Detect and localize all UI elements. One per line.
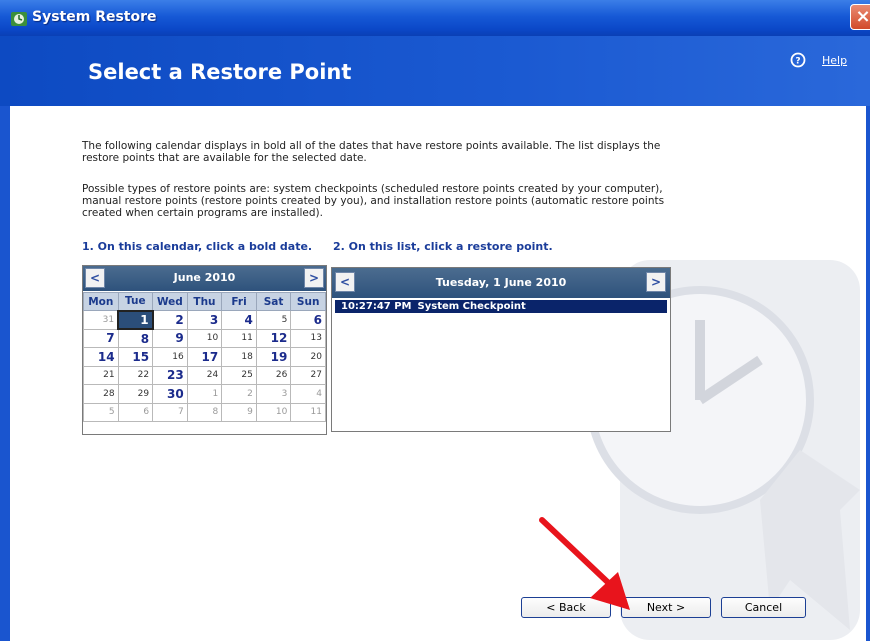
calendar-day[interactable]: 4 (290, 384, 326, 404)
weekday-header: Wed (152, 292, 188, 311)
weekday-header: Mon (83, 292, 119, 311)
calendar-day[interactable]: 28 (83, 384, 119, 404)
page-header: Select a Restore Point ? Help (0, 36, 870, 106)
chevron-right-icon: > (308, 271, 320, 285)
calendar-day[interactable]: 3 (255, 384, 292, 404)
calendar-week-row: 31 1 2 3 4 5 6 (83, 309, 326, 330)
calendar-day[interactable]: 29 (117, 384, 154, 404)
calendar-day[interactable]: 16 (152, 347, 188, 367)
cancel-button[interactable]: Cancel (721, 597, 806, 618)
calendar-day[interactable]: 4 (221, 310, 257, 330)
calendar-day[interactable]: 24 (186, 365, 223, 385)
calendar-day[interactable]: 9 (221, 402, 257, 422)
calendar-day[interactable]: 13 (290, 328, 326, 348)
calendar-week-row: 21 22 23 24 25 26 27 (83, 365, 326, 385)
calendar-grid: Mon Tue Wed Thu Fri Sat Sun 31 1 2 3 4 5 6 7 8 9 10 11 12 1… (83, 292, 326, 422)
calendar-week-row: 5 6 7 8 9 10 11 (83, 402, 326, 422)
weekday-header: Fri (221, 292, 257, 311)
restore-point-list: < Tuesday, 1 June 2010 > 10:27:47 PM Syst… (331, 267, 671, 432)
calendar-day[interactable]: 8 (186, 402, 223, 422)
weekday-header: Sat (255, 292, 292, 311)
calendar-day[interactable]: 6 (290, 310, 326, 330)
calendar-month-label: June 2010 (173, 271, 236, 284)
calendar-day[interactable]: 1 (186, 384, 223, 404)
calendar-day[interactable]: 27 (290, 365, 326, 385)
restore-list-header: < Tuesday, 1 June 2010 > (332, 268, 670, 298)
calendar-day[interactable]: 2 (221, 384, 257, 404)
calendar-header: < June 2010 > (83, 266, 326, 291)
calendar-day[interactable]: 22 (117, 365, 154, 385)
chevron-right-icon: > (650, 275, 662, 289)
calendar-next-month-button[interactable]: > (304, 268, 324, 288)
calendar-day[interactable]: 6 (117, 402, 154, 422)
close-icon: × (855, 6, 870, 27)
system-restore-icon (11, 12, 27, 26)
calendar-day[interactable]: 3 (186, 310, 223, 330)
calendar-days: 31 1 2 3 4 5 6 7 8 9 10 11 12 13 14 15 16 17 18 19 20 21 22 23 2… (83, 309, 326, 422)
calendar-day[interactable]: 8 (117, 328, 154, 348)
calendar-day[interactable]: 19 (255, 347, 292, 367)
weekday-header: Sun (290, 292, 326, 311)
calendar-day[interactable]: 12 (255, 328, 292, 348)
calendar-day[interactable]: 10 (255, 402, 292, 422)
red-arrow-annotation (539, 517, 630, 610)
calendar-day[interactable]: 7 (152, 402, 188, 422)
weekday-row: Mon Tue Wed Thu Fri Sat Sun (83, 292, 326, 311)
calendar-week-row: 28 29 30 1 2 3 4 (83, 384, 326, 404)
calendar-day[interactable]: 25 (221, 365, 257, 385)
calendar-day[interactable]: 1 (117, 309, 154, 330)
restore-point-time: 10:27:47 PM (341, 301, 412, 312)
calendar-day[interactable]: 7 (83, 328, 119, 348)
weekday-header: Tue (117, 292, 154, 311)
calendar-day[interactable]: 23 (152, 365, 188, 385)
restore-list-date: Tuesday, 1 June 2010 (435, 276, 567, 289)
question-circle-icon[interactable]: ? (790, 52, 806, 68)
calendar-day[interactable]: 2 (152, 310, 188, 330)
calendar-prev-month-button[interactable]: < (85, 268, 105, 288)
step-1-label: 1. On this calendar, click a bold date. (82, 240, 313, 253)
calendar-day[interactable]: 5 (255, 310, 292, 330)
calendar-day[interactable]: 20 (290, 347, 326, 367)
calendar-day[interactable]: 18 (221, 347, 257, 367)
restore-point-item[interactable]: 10:27:47 PM System Checkpoint (335, 300, 667, 313)
calendar-day[interactable]: 5 (83, 402, 119, 422)
page-title: Select a Restore Point (88, 60, 352, 84)
close-button[interactable]: × (850, 4, 870, 30)
restore-list-prev-day-button[interactable]: < (335, 272, 355, 292)
calendar-day[interactable]: 11 (290, 402, 326, 422)
calendar-day[interactable]: 30 (152, 384, 188, 404)
calendar-day[interactable]: 14 (83, 347, 119, 367)
calendar-day[interactable]: 21 (83, 365, 119, 385)
restore-calendar: < June 2010 > Mon Tue Wed Thu Fri Sat Sun 31 1 2… (82, 265, 327, 435)
calendar-day[interactable]: 11 (221, 328, 257, 348)
calendar-day[interactable]: 17 (186, 347, 223, 367)
intro-paragraph-1: The following calendar displays in bold … (82, 140, 661, 164)
restore-point-description: System Checkpoint (417, 301, 526, 312)
restore-list-next-day-button[interactable]: > (646, 272, 666, 292)
svg-text:?: ? (795, 57, 800, 67)
help-link[interactable]: Help (822, 54, 847, 67)
window-title: System Restore (32, 9, 157, 25)
chevron-left-icon: < (89, 271, 101, 285)
calendar-week-row: 7 8 9 10 11 12 13 (83, 328, 326, 348)
weekday-header: Thu (186, 292, 223, 311)
calendar-day[interactable]: 31 (83, 310, 119, 330)
left-border (0, 106, 10, 641)
calendar-day[interactable]: 9 (152, 328, 188, 348)
system-restore-window: System Restore × Select a Restore Point … (0, 0, 870, 641)
step-2-label: 2. On this list, click a restore point. (333, 240, 553, 253)
calendar-day[interactable]: 26 (255, 365, 292, 385)
calendar-day[interactable]: 15 (117, 347, 154, 367)
intro-paragraph-2: Possible types of restore points are: sy… (82, 183, 665, 219)
calendar-day[interactable]: 10 (186, 328, 223, 348)
title-bar: System Restore × (0, 0, 870, 36)
chevron-left-icon: < (339, 275, 351, 289)
calendar-week-row: 14 15 16 17 18 19 20 (83, 347, 326, 367)
